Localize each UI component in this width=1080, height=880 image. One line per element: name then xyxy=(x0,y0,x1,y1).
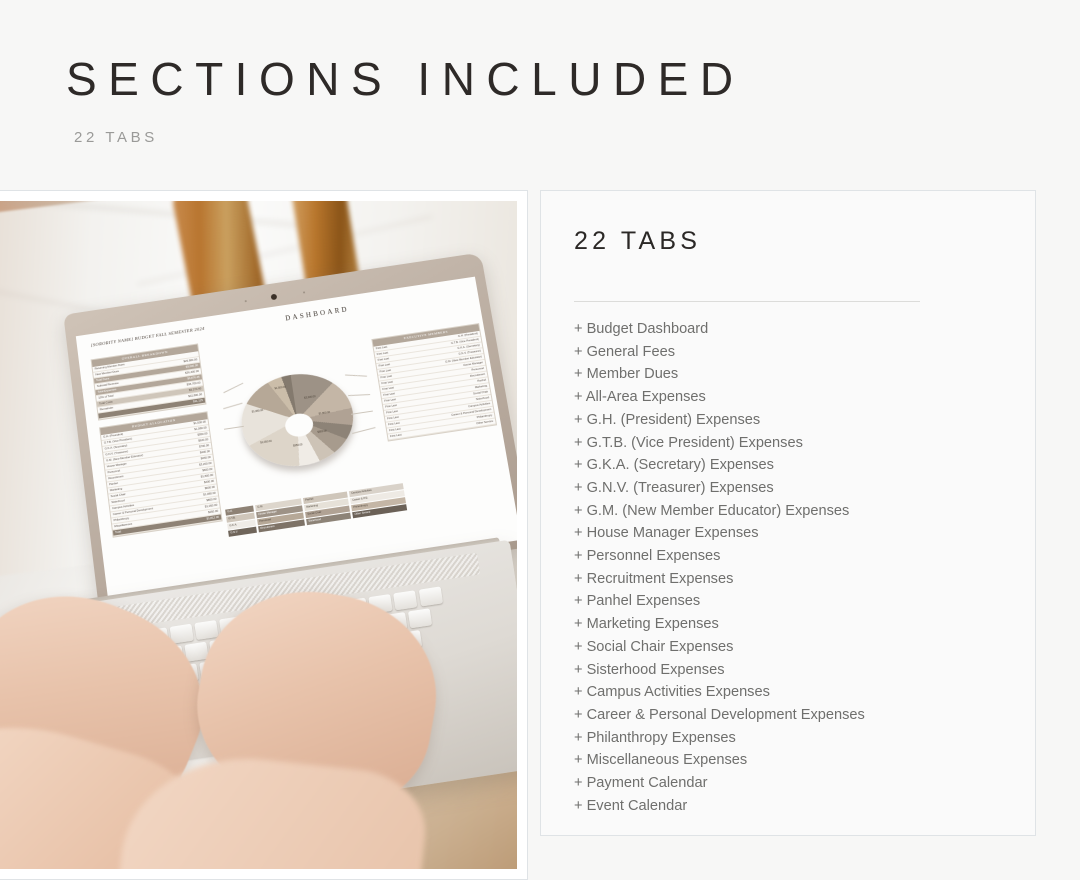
row-value: $1,812.00 xyxy=(206,514,220,521)
row-label: Total xyxy=(114,529,122,535)
executive-members-table: EXECUTIVE MEMBERS First Last G.H. (Presi… xyxy=(371,323,498,442)
row-label: First Last xyxy=(389,432,402,439)
tabs-list: + Budget Dashboard + General Fees + Memb… xyxy=(574,318,1004,817)
leader-line xyxy=(223,425,244,430)
list-item: + G.K.A. (Secretary) Expenses xyxy=(574,457,774,474)
list-item: + Miscellaneous Expenses xyxy=(574,752,748,769)
list-item: + Sisterhood Expenses xyxy=(574,661,725,678)
overall-breakdown-table: OVERALL BREAKDOWN Returning Member Dues … xyxy=(90,343,207,421)
list-item: + Panhel Expenses xyxy=(574,593,701,610)
list-item: + Recruitment Expenses xyxy=(574,570,734,587)
budget-pie-chart: $1,500.00 $3,200.00 $1,800.00 $1,080.00 … xyxy=(216,350,384,500)
leader-line xyxy=(352,427,376,434)
leader-line xyxy=(223,402,243,409)
keyboard-key xyxy=(418,586,443,607)
leader-line xyxy=(223,382,244,393)
page-header: SECTIONS INCLUDED 22 TABS xyxy=(0,0,1080,186)
list-item: + Member Dues xyxy=(574,366,679,383)
page-title: SECTIONS INCLUDED xyxy=(66,53,745,105)
list-item: + Budget Dashboard xyxy=(574,321,709,337)
laptop-photo: [SORORITY NAME] BUDGET FALL SEMESTER 202… xyxy=(0,201,517,869)
keyboard-key xyxy=(408,608,433,629)
list-item: + General Fees xyxy=(574,343,675,360)
dashboard-label: DASHBOARD xyxy=(284,305,350,323)
tabs-list-panel: 22 TABS + Budget Dashboard + General Fee… xyxy=(540,190,1036,836)
page-subtitle: 22 TABS xyxy=(74,129,158,146)
list-item: + Personnel Expenses xyxy=(574,548,721,565)
row-value: $11,125 xyxy=(192,398,204,404)
keyboard-key xyxy=(393,590,418,611)
list-item: + Marketing Expenses xyxy=(574,616,719,633)
leader-line xyxy=(348,394,371,396)
list-item: + Philanthropy Expenses xyxy=(574,729,736,746)
list-item: + G.M. (New Member Educator) Expenses xyxy=(574,502,850,519)
budget-allocation-table: BUDGET ALLOCATION G.H. (President) $1,50… xyxy=(99,411,223,538)
leader-line xyxy=(345,374,367,377)
photo-card: [SORORITY NAME] BUDGET FALL SEMESTER 202… xyxy=(0,190,528,880)
webcam-sensor-dot xyxy=(244,300,247,303)
list-item: + G.T.B. (Vice President) Expenses xyxy=(574,434,803,451)
list-item: + Social Chair Expenses xyxy=(574,638,734,655)
list-item: + G.H. (President) Expenses xyxy=(574,411,761,428)
photo-scene: [SORORITY NAME] BUDGET FALL SEMESTER 202… xyxy=(0,201,517,869)
webcam-icon xyxy=(270,293,278,301)
list-item: + Career & Personal Development Expenses xyxy=(574,706,865,723)
list-item: + Event Calendar xyxy=(574,797,688,814)
list-item: + G.N.V. (Treasurer) Expenses xyxy=(574,479,774,496)
panel-divider xyxy=(574,301,920,302)
list-item: + House Manager Expenses xyxy=(574,525,759,542)
panel-title: 22 TABS xyxy=(574,227,702,255)
list-item: + Campus Activities Expenses xyxy=(574,684,770,701)
leader-line xyxy=(351,410,373,415)
keyboard-key xyxy=(194,619,219,641)
row-value: Other Service xyxy=(475,418,494,426)
list-item: + All-Area Expenses xyxy=(574,389,706,406)
webcam-sensor-dot xyxy=(303,291,306,294)
list-item: + Payment Calendar xyxy=(574,775,708,792)
